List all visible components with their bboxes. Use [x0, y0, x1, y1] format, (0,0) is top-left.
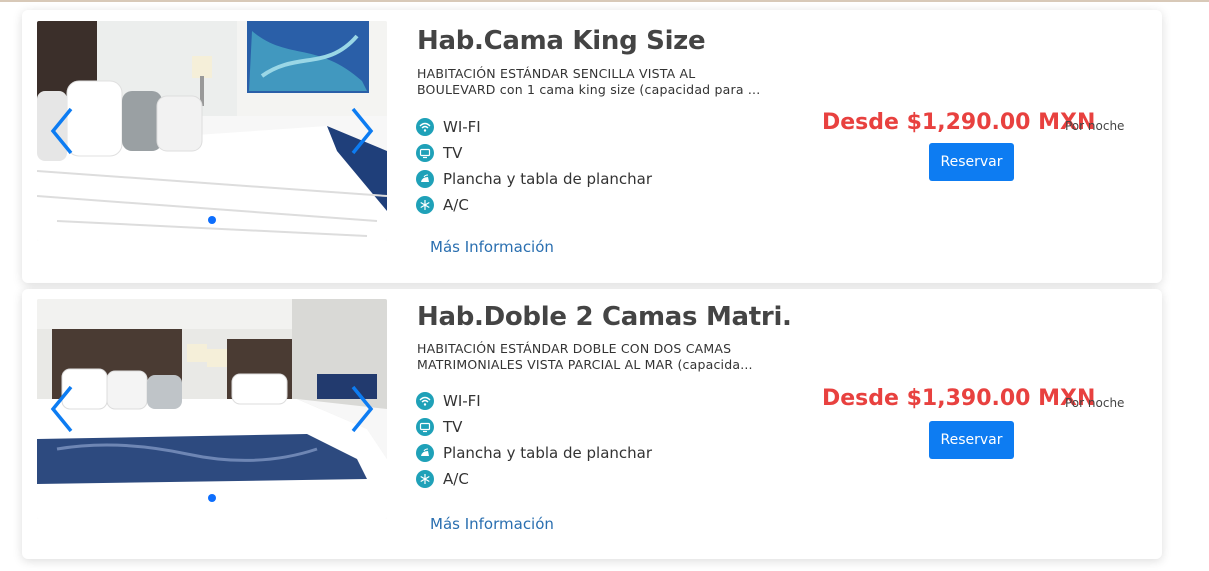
room-title: Hab.Doble 2 Camas Matri.	[417, 302, 792, 332]
amenity-label: WI-FI	[443, 392, 481, 410]
room-price: Desde $1,390.00 MXN	[822, 386, 1096, 411]
room-photo-double	[37, 299, 387, 519]
amenity-item: Plancha y tabla de planchar	[416, 166, 652, 192]
room-photo-king	[37, 21, 387, 241]
amenity-label: TV	[443, 418, 463, 436]
amenity-item: Plancha y tabla de planchar	[416, 440, 652, 466]
top-divider	[0, 0, 1209, 2]
amenity-item: TV	[416, 140, 652, 166]
amenities-list: WI-FI TV Plancha y tabla de planchar A/C	[416, 114, 652, 218]
amenity-item: WI-FI	[416, 114, 652, 140]
room-photo-carousel[interactable]	[37, 21, 387, 241]
carousel-indicator-dot[interactable]	[208, 216, 216, 224]
room-description: HABITACIÓN ESTÁNDAR DOBLE CON DOS CAMAS …	[417, 341, 753, 372]
amenity-label: TV	[443, 144, 463, 162]
wifi-icon	[416, 392, 434, 410]
amenity-label: Plancha y tabla de planchar	[443, 444, 653, 462]
iron-icon	[416, 170, 434, 188]
amenities-list: WI-FI TV Plancha y tabla de planchar A/C	[416, 388, 652, 492]
book-button[interactable]: Reservar	[929, 143, 1014, 181]
carousel-prev-icon[interactable]	[43, 383, 83, 435]
room-card: Hab.Doble 2 Camas Matri. HABITACIÓN ESTÁ…	[22, 289, 1162, 559]
per-night-label: Por noche	[1065, 119, 1125, 133]
carousel-next-icon[interactable]	[341, 383, 381, 435]
carousel-indicator-dot[interactable]	[208, 494, 216, 502]
room-title: Hab.Cama King Size	[417, 26, 706, 56]
tv-icon	[416, 418, 434, 436]
more-info-link[interactable]: Más Información	[430, 238, 554, 256]
snowflake-icon	[416, 196, 434, 214]
amenity-item: WI-FI	[416, 388, 652, 414]
amenity-label: WI-FI	[443, 118, 481, 136]
wifi-icon	[416, 118, 434, 136]
tv-icon	[416, 144, 434, 162]
carousel-prev-icon[interactable]	[43, 105, 83, 157]
room-price: Desde $1,290.00 MXN	[822, 110, 1096, 135]
amenity-label: Plancha y tabla de planchar	[443, 170, 653, 188]
carousel-next-icon[interactable]	[341, 105, 381, 157]
more-info-link[interactable]: Más Información	[430, 515, 554, 533]
room-photo-carousel[interactable]	[37, 299, 387, 519]
snowflake-icon	[416, 470, 434, 488]
amenity-item: TV	[416, 414, 652, 440]
iron-icon	[416, 444, 434, 462]
per-night-label: Por noche	[1065, 396, 1125, 410]
room-card: Hab.Cama King Size HABITACIÓN ESTÁNDAR S…	[22, 10, 1162, 283]
amenity-item: A/C	[416, 466, 652, 492]
amenity-label: A/C	[443, 470, 469, 488]
room-description: HABITACIÓN ESTÁNDAR SENCILLA VISTA AL BO…	[417, 66, 761, 97]
amenity-item: A/C	[416, 192, 652, 218]
book-button[interactable]: Reservar	[929, 421, 1014, 459]
amenity-label: A/C	[443, 196, 469, 214]
